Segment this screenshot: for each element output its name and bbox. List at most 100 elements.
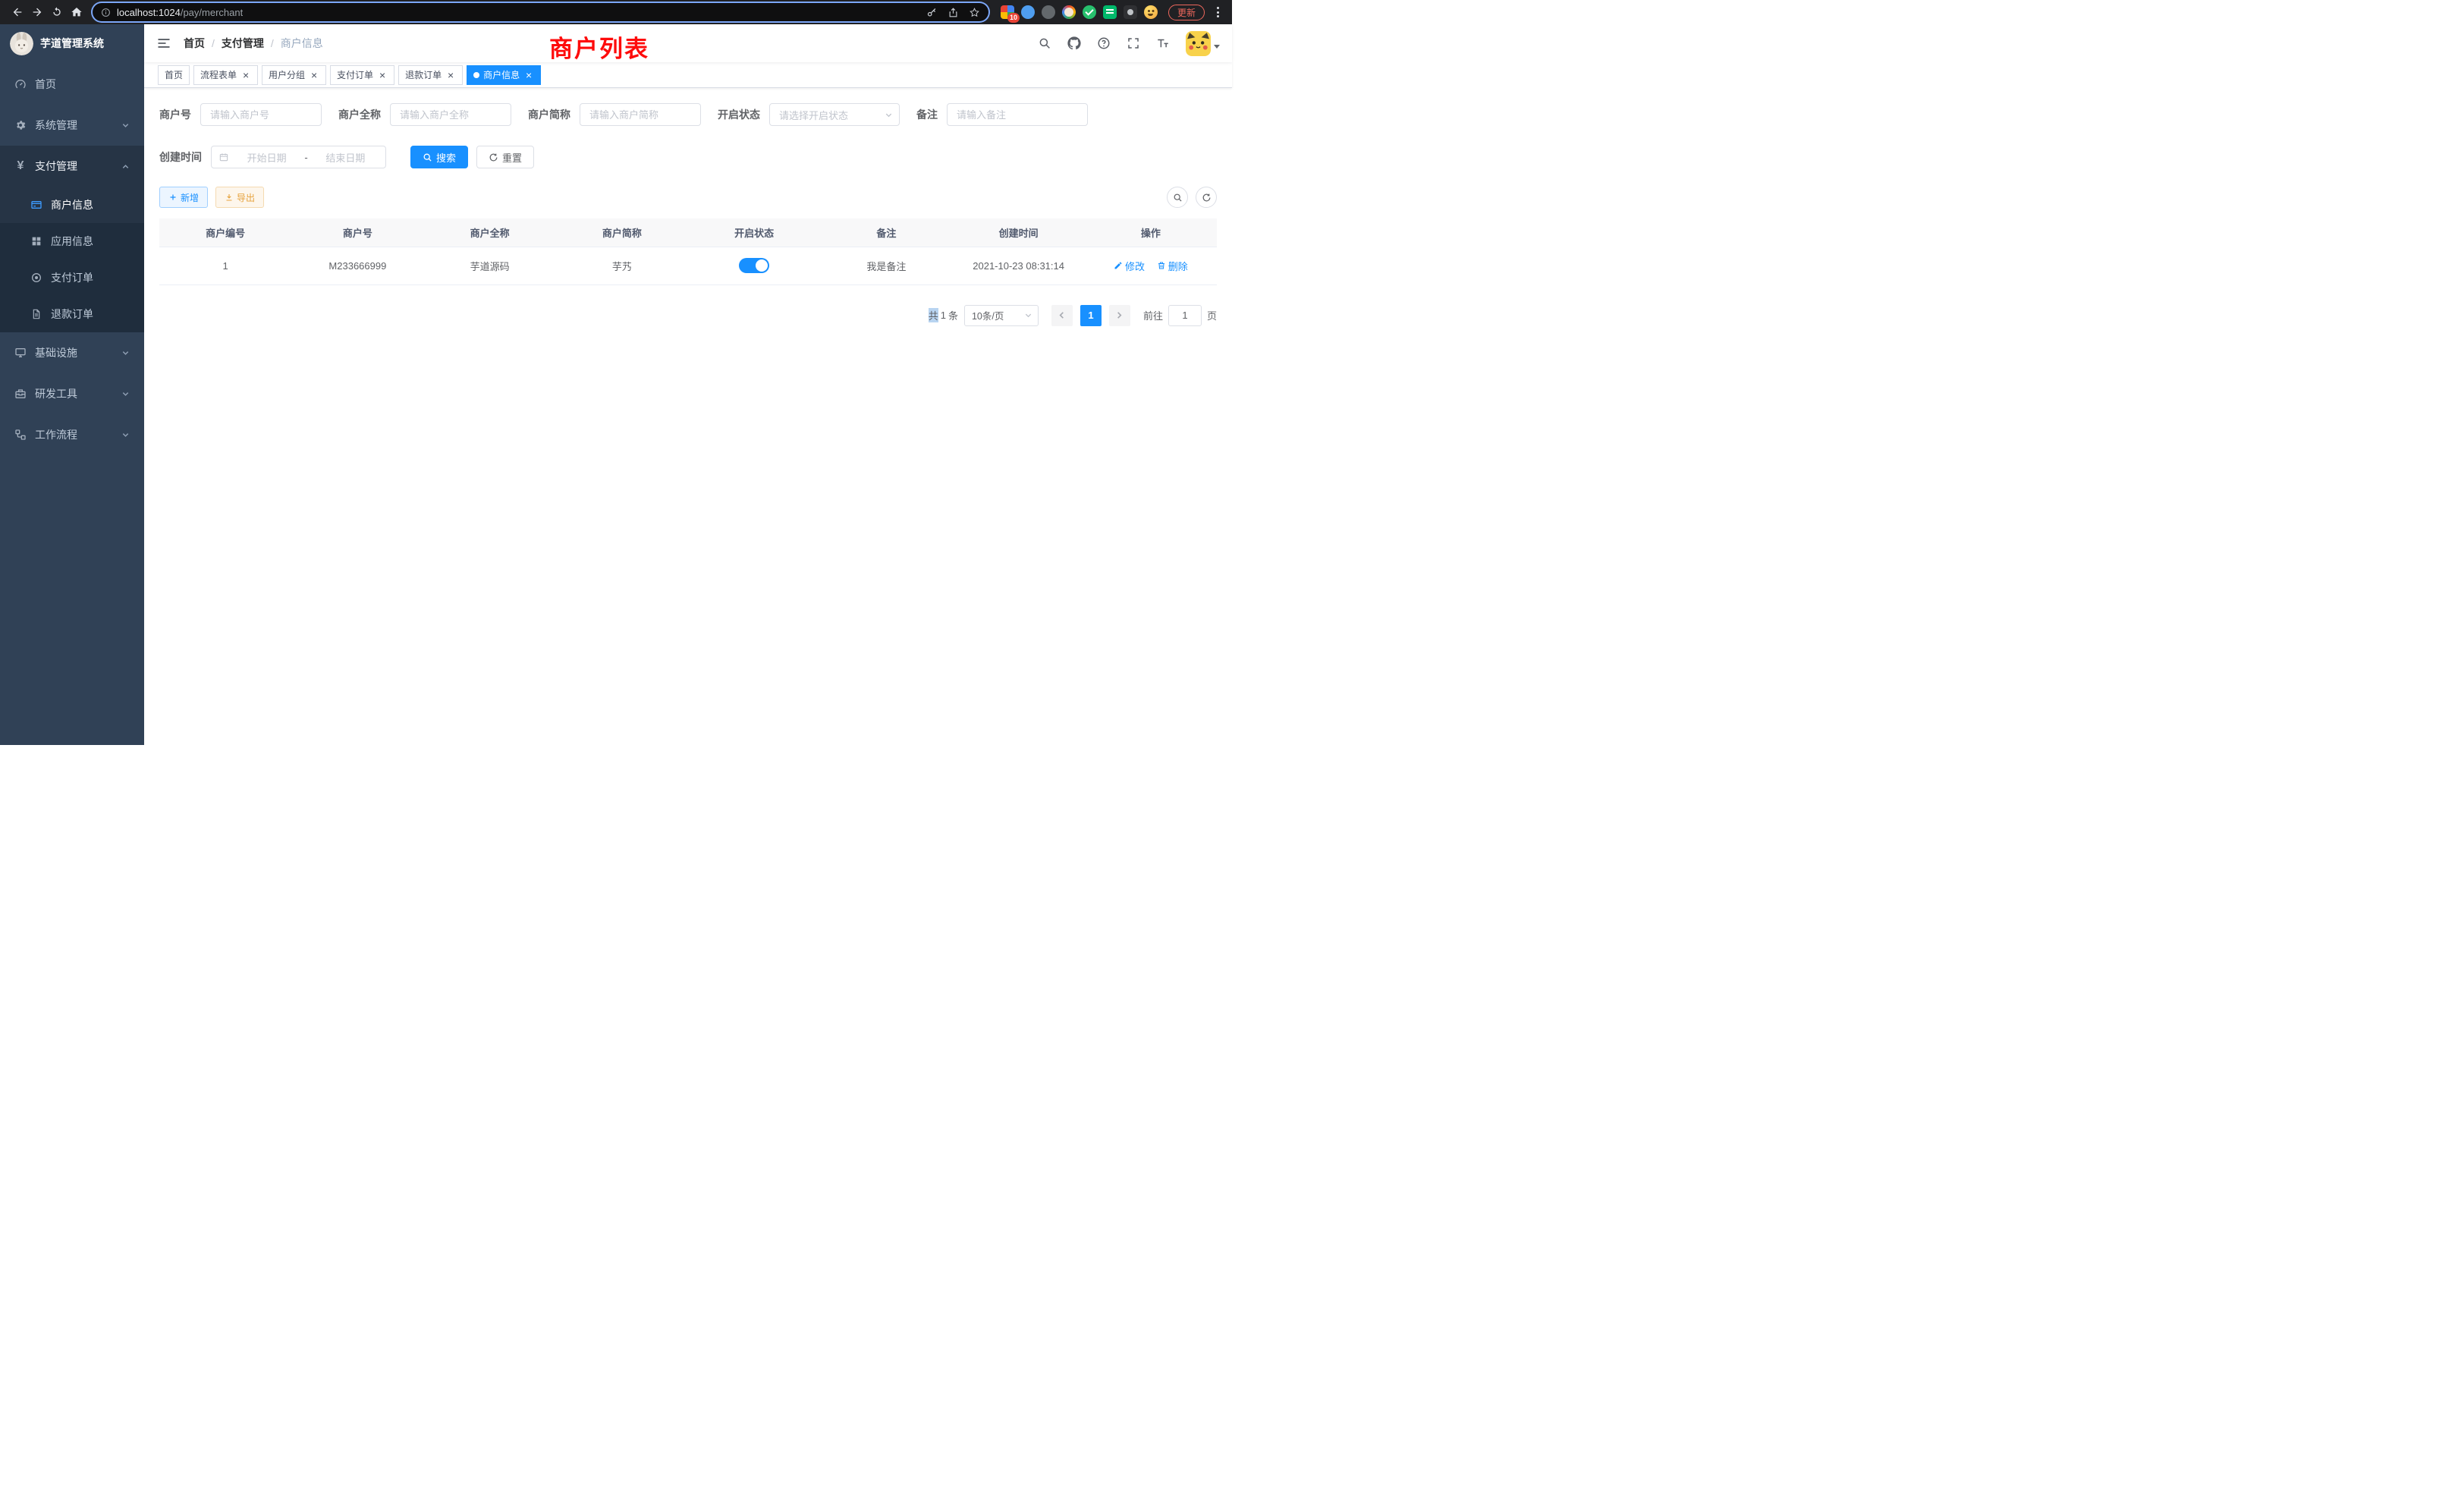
sidebar-item-label: 支付管理 <box>35 159 77 174</box>
help-icon[interactable] <box>1097 36 1111 50</box>
sidebar-subitem-merchant-info[interactable]: 商户信息 <box>0 187 144 223</box>
close-icon[interactable]: × <box>445 70 456 80</box>
share-icon[interactable] <box>948 7 959 18</box>
browser-back-button[interactable] <box>8 2 27 22</box>
toggle-search-button[interactable] <box>1167 187 1188 208</box>
remark-input[interactable] <box>947 103 1088 126</box>
browser-reload-button[interactable] <box>47 2 67 22</box>
column-header[interactable]: 备注 <box>820 218 952 247</box>
document-icon <box>30 308 42 320</box>
extension-pin-icon[interactable] <box>1124 5 1137 19</box>
chevron-left-icon <box>1058 311 1066 319</box>
cell-create-time: 2021-10-23 08:31:14 <box>953 247 1085 284</box>
column-header[interactable]: 商户简称 <box>556 218 688 247</box>
chevron-down-icon <box>121 121 130 130</box>
edit-button[interactable]: 修改 <box>1114 259 1145 273</box>
password-key-icon[interactable] <box>926 7 938 18</box>
tab-refund-order[interactable]: 退款订单 × <box>398 65 463 85</box>
extension-drop-icon[interactable] <box>1021 5 1035 19</box>
browser-home-button[interactable] <box>67 2 86 22</box>
sidebar-subitem-refund-order[interactable]: 退款订单 <box>0 296 144 332</box>
extension-dark-icon[interactable] <box>1042 5 1055 19</box>
browser-forward-button[interactable] <box>27 2 47 22</box>
short-name-input[interactable] <box>580 103 701 126</box>
page-info-icon[interactable] <box>101 8 111 17</box>
close-icon[interactable]: × <box>377 70 388 80</box>
extension-grid-icon[interactable]: 10 <box>1001 5 1014 19</box>
column-header[interactable]: 商户号 <box>291 218 423 247</box>
extension-badge: 10 <box>1007 13 1020 23</box>
filter-row-1: 商户号 商户全称 商户简称 开启状态 请选择开启状态 <box>159 103 1217 126</box>
merchant-no-input[interactable] <box>200 103 322 126</box>
export-button[interactable]: 导出 <box>215 187 264 208</box>
sidebar-item-system[interactable]: 系统管理 <box>0 105 144 146</box>
sidebar-item-infrastructure[interactable]: 基础设施 <box>0 332 144 373</box>
sidebar: 芋道管理系统 首页 系统管理 ¥ <box>0 24 144 745</box>
url-path: /pay/merchant <box>181 7 243 18</box>
next-page-button[interactable] <box>1109 305 1130 326</box>
tab-merchant-info[interactable]: 商户信息 × <box>467 65 541 85</box>
url-host: localhost:1024 <box>117 7 181 18</box>
refresh-table-button[interactable] <box>1196 187 1217 208</box>
create-time-range-picker[interactable]: 开始日期 - 结束日期 <box>211 146 386 168</box>
extension-green-square-icon[interactable] <box>1103 5 1117 19</box>
delete-button[interactable]: 删除 <box>1157 259 1188 273</box>
sidebar-subitem-app-info[interactable]: 应用信息 <box>0 223 144 259</box>
tab-pay-order[interactable]: 支付订单 × <box>330 65 394 85</box>
github-icon[interactable] <box>1067 36 1081 50</box>
button-label: 搜索 <box>436 150 456 165</box>
goto-label: 前往 <box>1143 308 1163 322</box>
sidebar-item-home[interactable]: 首页 <box>0 64 144 105</box>
status-toggle[interactable] <box>739 258 769 273</box>
close-icon[interactable]: × <box>309 70 319 80</box>
sidebar-item-devtools[interactable]: 研发工具 <box>0 373 144 414</box>
bookmark-star-icon[interactable] <box>969 7 980 18</box>
search-button[interactable]: 搜索 <box>410 146 468 168</box>
tab-home[interactable]: 首页 <box>158 65 190 85</box>
merchant-table: 商户编号 商户号 商户全称 商户简称 开启状态 备注 创建时间 操作 1 <box>159 218 1217 285</box>
prev-page-button[interactable] <box>1051 305 1073 326</box>
column-header[interactable]: 商户全称 <box>424 218 556 247</box>
breadcrumb-item[interactable]: 支付管理 <box>222 36 264 51</box>
column-header[interactable]: 创建时间 <box>953 218 1085 247</box>
goto-page-input[interactable] <box>1168 305 1202 326</box>
column-header[interactable]: 商户编号 <box>159 218 291 247</box>
full-name-input[interactable] <box>390 103 511 126</box>
tab-label: 商户信息 <box>483 68 520 81</box>
filter-create-time: 创建时间 开始日期 - 结束日期 <box>159 146 386 168</box>
column-header[interactable]: 操作 <box>1085 218 1217 247</box>
sidebar-item-payment[interactable]: ¥ 支付管理 <box>0 146 144 187</box>
extension-emoji-avatar-icon[interactable] <box>1144 5 1158 19</box>
breadcrumb: 首页 / 支付管理 / 商户信息 <box>184 36 323 51</box>
chevron-down-icon <box>1024 311 1032 319</box>
status-select[interactable]: 请选择开启状态 <box>769 103 900 126</box>
sidebar-item-workflow[interactable]: 工作流程 <box>0 414 144 455</box>
fullscreen-icon[interactable] <box>1127 36 1140 50</box>
page-number-button[interactable]: 1 <box>1080 305 1102 326</box>
close-icon[interactable]: × <box>240 70 251 80</box>
extension-avatar-ring-icon[interactable] <box>1062 5 1076 19</box>
page-size-select[interactable]: 10条/页 <box>964 305 1039 326</box>
app-title: 芋道管理系统 <box>40 36 104 51</box>
column-header[interactable]: 开启状态 <box>688 218 820 247</box>
tab-user-group[interactable]: 用户分组 × <box>262 65 326 85</box>
hamburger-icon[interactable] <box>156 36 171 51</box>
search-icon[interactable] <box>1038 36 1051 50</box>
app-header: 首页 / 支付管理 / 商户信息 商户列表 <box>144 24 1232 62</box>
breadcrumb-item[interactable]: 首页 <box>184 36 205 51</box>
add-button[interactable]: 新增 <box>159 187 208 208</box>
user-avatar-menu[interactable] <box>1186 31 1220 56</box>
browser-update-button[interactable]: 更新 <box>1168 5 1205 20</box>
sidebar-subitem-pay-order[interactable]: 支付订单 <box>0 259 144 296</box>
close-icon[interactable]: × <box>523 70 534 80</box>
cell-full-name: 芋道源码 <box>424 247 556 284</box>
address-bar[interactable]: localhost:1024/pay/merchant <box>93 3 988 21</box>
total-prefix: 共 <box>929 308 938 322</box>
browser-menu-kebab-icon[interactable] <box>1211 2 1224 22</box>
button-label: 新增 <box>181 191 199 204</box>
tab-process-form[interactable]: 流程表单 × <box>193 65 258 85</box>
extension-green-check-icon[interactable] <box>1083 5 1096 19</box>
font-size-icon[interactable] <box>1156 36 1170 50</box>
reset-button[interactable]: 重置 <box>476 146 534 168</box>
sidebar-logo[interactable]: 芋道管理系统 <box>0 24 144 62</box>
